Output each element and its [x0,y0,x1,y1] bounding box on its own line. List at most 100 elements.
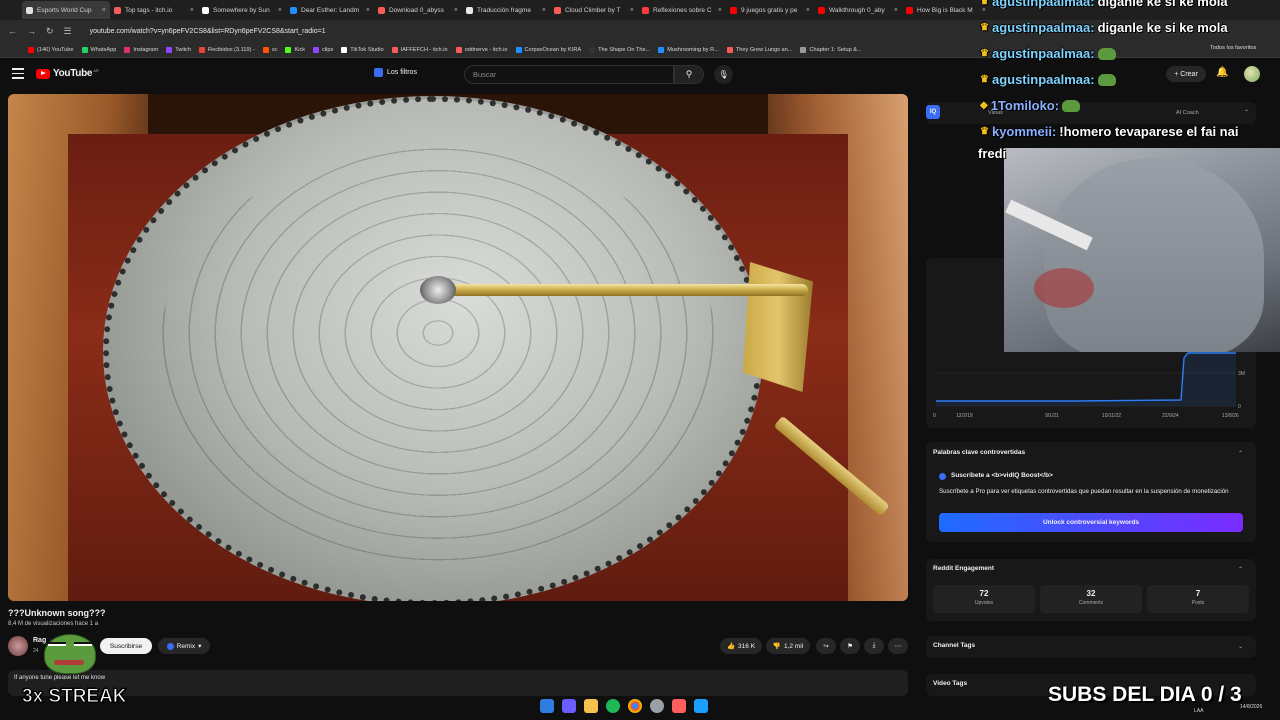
create-button[interactable]: + Crear [1166,66,1206,82]
search-input[interactable]: Buscar [464,65,674,84]
vidiq-filter-icon [374,68,383,77]
app-icon[interactable] [562,699,576,713]
bookmark-item[interactable]: Mushrooming by R... [658,46,719,53]
close-icon[interactable]: × [806,7,810,14]
bookmark-label: They Grew Lungs an... [735,46,793,53]
channel-avatar[interactable] [8,636,28,656]
chevron-up-icon[interactable]: ⌃ [1238,566,1243,573]
download-icon[interactable]: ⤓ [864,638,884,654]
controversial-keywords-title: Palabras clave controvertidas [933,449,1026,456]
close-icon[interactable]: × [366,7,370,14]
browser-tab[interactable]: Download 0_abyss × [374,1,462,19]
browser-tab[interactable]: Dear Esther: Landm × [286,1,374,19]
bookmark-item[interactable]: (146) YouTube [28,46,74,53]
create-label: Crear [1180,70,1198,78]
url-field[interactable]: youtube.com/watch?v=yn6peFV2CS8&list=RDy… [90,28,326,35]
bookmark-item[interactable]: They Grew Lungs an... [726,46,793,53]
bookmark-item[interactable]: Instagram [124,46,158,53]
back-icon[interactable]: ← [8,26,17,36]
dislike-button[interactable]: 👎 1,2 mil [766,638,810,654]
all-bookmarks-link[interactable]: Todos los favoritos [1210,45,1256,51]
bookmark-label: sc [271,46,278,53]
video-player[interactable] [8,94,908,601]
channel-tags-panel[interactable] [926,636,1256,658]
bookmark-item[interactable]: clips [313,46,333,53]
like-button[interactable]: 👍 316 K [720,638,762,654]
bookmark-item[interactable]: Recibidos (3.119) - [199,46,255,53]
hamburger-menu-icon[interactable] [12,68,24,80]
bookmark-favicon-icon [285,46,292,53]
vidiq-logo-icon[interactable]: IQ [926,105,940,119]
bookmark-favicon-icon [81,46,88,53]
chevron-up-icon[interactable]: ⌃ [1244,109,1249,116]
tab-favicon-icon [202,6,209,14]
more-options-icon[interactable]: ⋯ [888,638,908,654]
chevron-down-icon[interactable]: ⌄ [1238,643,1243,650]
site-info-icon[interactable]: ☰ [64,26,72,37]
bookmark-item[interactable]: CorpseOcean by KIRA [515,46,581,53]
notifications-bell-icon[interactable]: 🔔 [1216,67,1228,78]
chart-x-tick: 12/2/19 [956,413,973,419]
chevron-up-icon[interactable]: ⌃ [1238,450,1243,457]
user-avatar[interactable] [1244,66,1260,82]
browser-tab[interactable]: Cloud Climber by T × [550,1,638,19]
tab-label: Dear Esther: Landm [301,6,360,14]
tab-label: Somewhere by Sun [213,6,270,14]
filters-label: Los filtros [387,69,417,76]
tab-label: Download 0_abyss [389,6,444,14]
unlock-keywords-button[interactable]: Unlock controversial keywords [939,513,1243,532]
tab-favicon-icon [818,6,825,14]
tab-favicon-icon [466,6,473,14]
close-icon[interactable]: × [630,7,634,14]
tab-label: Traducción fragme [477,6,531,14]
close-icon[interactable]: × [190,7,194,14]
bookmark-item[interactable]: The Shape On The... [589,46,650,53]
tab-favicon-icon [114,6,121,14]
bookmark-item[interactable]: oddnerve - itch.io [455,46,508,53]
tab-label: Esports World Cup [37,6,92,14]
youtube-logo[interactable]: YouTube AR [36,68,99,79]
spotify-icon[interactable] [606,699,620,713]
browser-tab[interactable]: Traducción fragme × [462,1,550,19]
close-icon[interactable]: × [102,7,106,14]
windows-start-icon[interactable] [540,699,554,713]
microphone-icon[interactable]: 🎙 [714,65,733,84]
bookmark-icon[interactable]: ⚑ [840,638,860,654]
share-icon[interactable]: ↪ [816,638,836,654]
tab-favicon-icon [642,6,649,14]
bookmark-item[interactable]: IAFFEFCH - itch.io [391,46,448,53]
close-icon[interactable]: × [894,7,898,14]
forward-icon[interactable]: → [27,26,36,36]
system-clock[interactable]: 14/8/2026 [1240,704,1262,710]
browser-tab[interactable]: 9 juegos gratis y pe × [726,1,814,19]
browser-tab[interactable]: Walkthrough 0_aby × [814,1,902,19]
chrome-icon[interactable] [628,699,642,713]
browser-tab[interactable]: How Big is Black M × [902,1,990,19]
browser-tab[interactable]: Reflexiones sobre C × [638,1,726,19]
app-icon[interactable] [672,699,686,713]
close-icon[interactable]: × [718,7,722,14]
browser-tab[interactable]: Top tags - itch.io × [110,1,198,19]
browser-tab[interactable]: Somewhere by Sun × [198,1,286,19]
tab-ai-coach[interactable]: AI Coach [1176,110,1199,116]
bookmark-item[interactable]: Twitch [166,46,191,53]
reload-icon[interactable]: ↻ [46,26,54,37]
browser-tab[interactable]: Esports World Cup × [22,1,110,19]
subscribe-button[interactable]: Suscribirse [100,638,152,654]
bookmark-item[interactable]: Chapter 1: Setup &... [800,46,862,53]
bookmark-item[interactable]: Kick [285,46,305,53]
bookmark-item[interactable]: TikTok Studio [341,46,384,53]
remix-button[interactable]: Remix ▾ [158,638,210,654]
folder-icon[interactable] [584,699,598,713]
video-description[interactable]: If anyone tune please let me know [8,670,908,696]
close-icon[interactable]: × [454,7,458,14]
search-icon[interactable]: ⚲ [674,65,704,84]
bookmark-item[interactable]: sc [262,46,278,53]
settings-icon[interactable] [650,699,664,713]
steam-icon[interactable] [694,699,708,713]
bookmark-item[interactable]: WhatsApp [81,46,116,53]
filters-button[interactable]: Los filtros [374,68,417,77]
close-icon[interactable]: × [542,7,546,14]
language-indicator[interactable]: LAA [1194,708,1203,714]
close-icon[interactable]: × [278,7,282,14]
